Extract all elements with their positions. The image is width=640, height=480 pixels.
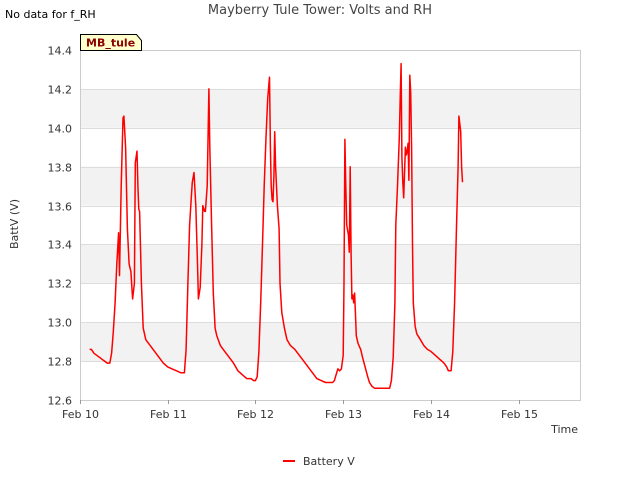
y-tick-label: 13.8 bbox=[48, 162, 73, 175]
x-axis-label: Time bbox=[550, 423, 578, 436]
y-tick-label: 13.2 bbox=[48, 278, 73, 291]
site-tag: MB_tule bbox=[80, 34, 142, 51]
y-tick-label: 13.6 bbox=[48, 201, 73, 214]
y-tick-label: 14.2 bbox=[48, 84, 73, 97]
y-axis-label: BattV (V) bbox=[8, 199, 21, 249]
legend-label: Battery V bbox=[303, 455, 355, 468]
y-tick-label: 14.4 bbox=[48, 45, 73, 58]
grid-band bbox=[80, 322, 580, 362]
x-tick-label: Feb 10 bbox=[62, 408, 99, 421]
x-tick-label: Feb 14 bbox=[413, 408, 450, 421]
legend: Battery V bbox=[283, 455, 355, 468]
grid-band bbox=[80, 166, 580, 206]
x-tick-label: Feb 13 bbox=[325, 408, 362, 421]
y-tick-label: 14.0 bbox=[48, 123, 73, 136]
x-axis-ticks: Feb 10 Feb 11 Feb 12 Feb 13 Feb 14 Feb 15 bbox=[62, 400, 538, 421]
battery-voltage-chart: 12.6 12.8 13.0 13.2 13.4 13.6 13.8 14.0 14.2 14.4… bbox=[8, 34, 581, 468]
x-tick-label: Feb 15 bbox=[501, 408, 538, 421]
y-tick-label: 12.8 bbox=[48, 356, 73, 369]
x-tick-label: Feb 11 bbox=[150, 408, 187, 421]
grid-band bbox=[80, 244, 580, 284]
y-tick-label: 13.4 bbox=[48, 239, 73, 252]
site-tag-label: MB_tule bbox=[86, 37, 135, 50]
plot-background-bands bbox=[80, 88, 580, 362]
y-axis-ticks: 12.6 12.8 13.0 13.2 13.4 13.6 13.8 14.0 14.2 14.4 bbox=[48, 45, 73, 408]
y-tick-label: 13.0 bbox=[48, 317, 73, 330]
y-tick-label: 12.6 bbox=[48, 395, 73, 408]
grid-band bbox=[80, 88, 580, 128]
x-tick-label: Feb 12 bbox=[237, 408, 274, 421]
